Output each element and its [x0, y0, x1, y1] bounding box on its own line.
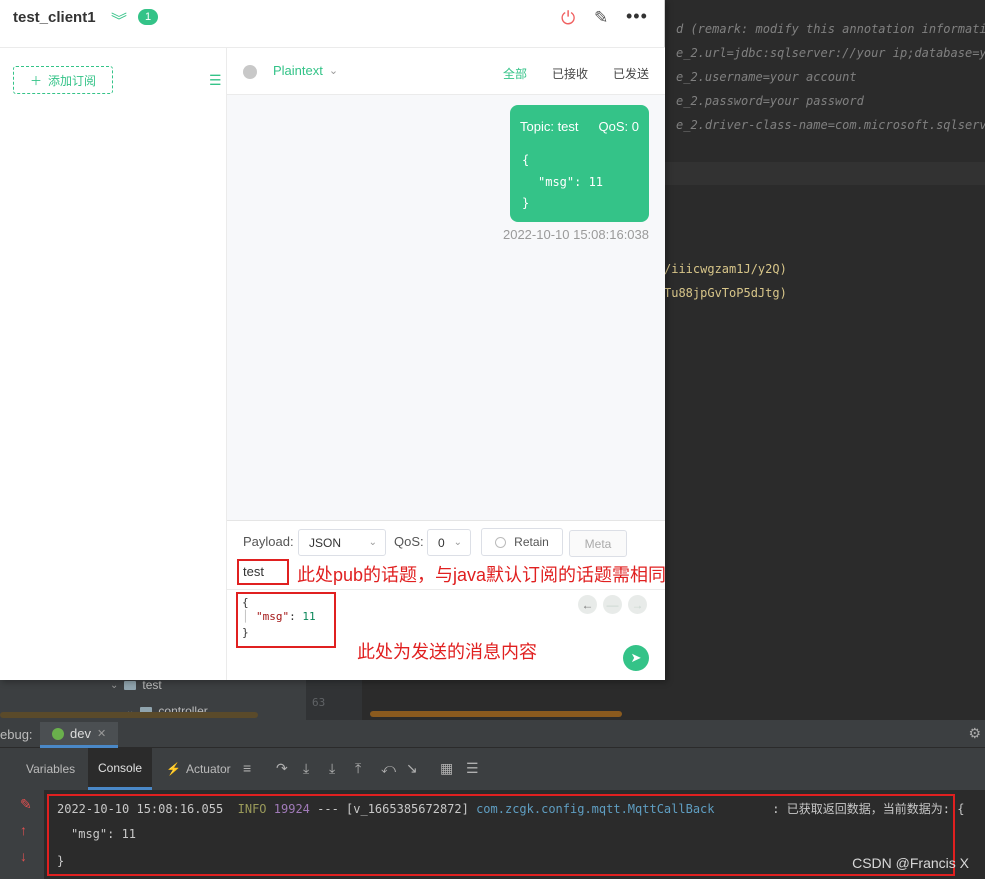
message-body: "msg": 11 [538, 175, 604, 189]
filter-received[interactable]: 已接收 [552, 65, 588, 82]
topic-input[interactable]: test [237, 559, 289, 585]
subscription-panel: ＋ 添加订阅 ☰ [0, 48, 227, 680]
arrow-left-icon[interactable]: ← [578, 595, 597, 614]
step-over-icon[interactable]: ↷ [276, 760, 288, 777]
debug-toolbar: Variables Console ⚡ Actuator ≡ ↷ ⤓ ⤓ ⤒ ⤺… [0, 748, 985, 790]
console-line: } [57, 854, 65, 868]
drop-frame-icon[interactable]: ⤺ [381, 760, 396, 777]
power-icon[interactable]: ⏻ [561, 8, 575, 29]
watermark: CSDN @Francis X [852, 855, 969, 871]
divider [227, 589, 665, 590]
topic-annotation: 此处pub的话题，与java默认订阅的话题需相同 [297, 565, 667, 585]
code-line: e_2.password=your password [676, 94, 864, 108]
qos-select[interactable]: 0 ⌄ [427, 529, 471, 556]
radio-icon [495, 536, 507, 548]
payload-options: Payload: JSON ⌄ QoS: 0 ⌄ Retain Meta [227, 521, 665, 565]
message-filter-bar: Plaintext ⌄ 全部 已接收 已发送 [227, 48, 665, 95]
chevron-down-icon: ⌄ [368, 537, 377, 548]
close-icon[interactable]: ✕ [97, 727, 106, 740]
count-badge: 1 [138, 9, 158, 25]
run-to-cursor-icon[interactable]: ↘ [406, 760, 418, 777]
arrow-down-icon[interactable]: ↓ [20, 848, 27, 864]
arrow-right-icon[interactable]: → [628, 595, 647, 614]
connection-header: test_client1 ︾ 1 ⏻ ✎ ••• [0, 0, 665, 48]
force-step-into-icon[interactable]: ⤓ [329, 760, 335, 777]
chevron-down-icon: ⌄ [110, 679, 119, 691]
double-chevron-down-icon[interactable]: ︾ [111, 7, 127, 31]
code-line: e_2.url=jdbc:sqlserver://your ip;databas… [676, 46, 985, 60]
menu-icon[interactable]: ≡ [243, 760, 251, 776]
filter-all[interactable]: 全部 [503, 65, 527, 82]
debug-panel: ebug: dev ✕ ⚙ Variables Console ⚡ Actuat… [0, 720, 985, 879]
debug-left-strip [0, 748, 10, 879]
trace-icon[interactable]: ☰ [466, 760, 479, 777]
gear-icon[interactable]: ⚙ [968, 725, 981, 742]
sent-message-bubble[interactable]: Topic: test QoS: 0 { "msg": 11 } [510, 105, 649, 222]
console-line: 2022-10-10 15:08:16.055 INFO 19924 --- [… [57, 802, 965, 816]
editor-scrollbar[interactable] [370, 711, 622, 717]
clear-icon[interactable]: ✎ [20, 796, 32, 813]
chevron-down-icon: ⌄ [328, 65, 339, 77]
retain-toggle[interactable]: Retain [481, 528, 563, 556]
client-name: test_client1 [13, 9, 96, 26]
message-list: Plaintext ⌄ 全部 已接收 已发送 Topic: test QoS: … [227, 48, 665, 520]
console-side-tools: ✎ ↑ ↓ [12, 790, 42, 879]
payload-type-select[interactable]: JSON ⌄ [298, 529, 386, 556]
tree-scrollbar[interactable] [0, 712, 258, 718]
format-icon [243, 65, 257, 79]
step-out-icon[interactable]: ⤒ [355, 760, 361, 777]
debug-header: ebug: dev ✕ ⚙ [0, 720, 985, 748]
history-nav: ← — → [578, 595, 647, 614]
collapse-panel-icon[interactable]: ☰ [209, 72, 222, 89]
tree-item-test[interactable]: ⌄ test [110, 678, 162, 692]
folder-icon [124, 680, 137, 690]
message-topic: Topic: test [520, 119, 579, 134]
send-icon: ➤ [630, 650, 642, 665]
code-line: e_2.driver-class-name=com.microsoft.sqls… [676, 118, 985, 132]
actuator-icon: ⚡ [166, 762, 181, 776]
add-subscription-button[interactable]: ＋ 添加订阅 [13, 66, 113, 94]
message-timestamp: 2022-10-10 15:08:16:038 [502, 227, 649, 242]
evaluate-icon[interactable]: ▦ [440, 760, 453, 777]
reset-icon[interactable]: — [603, 595, 622, 614]
tab-variables[interactable]: Variables [16, 748, 85, 790]
qos-label: QoS: [394, 534, 424, 549]
step-into-icon[interactable]: ⤓ [303, 760, 309, 777]
run-config-tab[interactable]: dev ✕ [40, 722, 119, 748]
arrow-up-icon[interactable]: ↑ [20, 822, 27, 838]
code-line: e_2.username=your account [676, 70, 857, 84]
tab-console[interactable]: Console [88, 748, 153, 790]
chevron-down-icon: ⌄ [453, 537, 462, 548]
filter-sent[interactable]: 已发送 [613, 65, 649, 82]
plus-icon: ＋ [29, 73, 42, 88]
console-highlight-box: 2022-10-10 15:08:16.055 INFO 19924 --- [… [47, 794, 964, 876]
editor-gutter: 63 [306, 680, 362, 720]
console-output: 2022-10-10 15:08:16.055 INFO 19924 --- [… [44, 790, 985, 879]
debug-label: ebug: [0, 727, 33, 742]
format-select[interactable]: Plaintext ⌄ [273, 63, 338, 78]
payload-annotation: 此处为发送的消息内容 [357, 642, 537, 662]
message-qos: QoS: 0 [598, 119, 639, 134]
code-line: /iiicwgzam1J/y2Q) [664, 262, 787, 276]
code-line: Tu88jpGvToP5dJtg) [664, 286, 787, 300]
payload-label: Payload: [243, 534, 294, 549]
more-icon[interactable]: ••• [626, 6, 648, 27]
payload-line: "msg": 11 [256, 610, 316, 623]
send-button[interactable]: ➤ [623, 645, 649, 671]
tab-actuator[interactable]: ⚡ Actuator [156, 748, 241, 790]
line-number: 63 [312, 696, 326, 709]
console-line: "msg": 11 [71, 827, 137, 841]
spring-icon [52, 727, 64, 740]
payload-editor[interactable]: { │ "msg": 11 } [236, 592, 336, 648]
code-line: d (remark: modify this annotation inform… [676, 22, 985, 36]
edit-icon[interactable]: ✎ [594, 8, 608, 28]
meta-button[interactable]: Meta [569, 530, 627, 557]
editor-highlight-band [665, 162, 985, 185]
